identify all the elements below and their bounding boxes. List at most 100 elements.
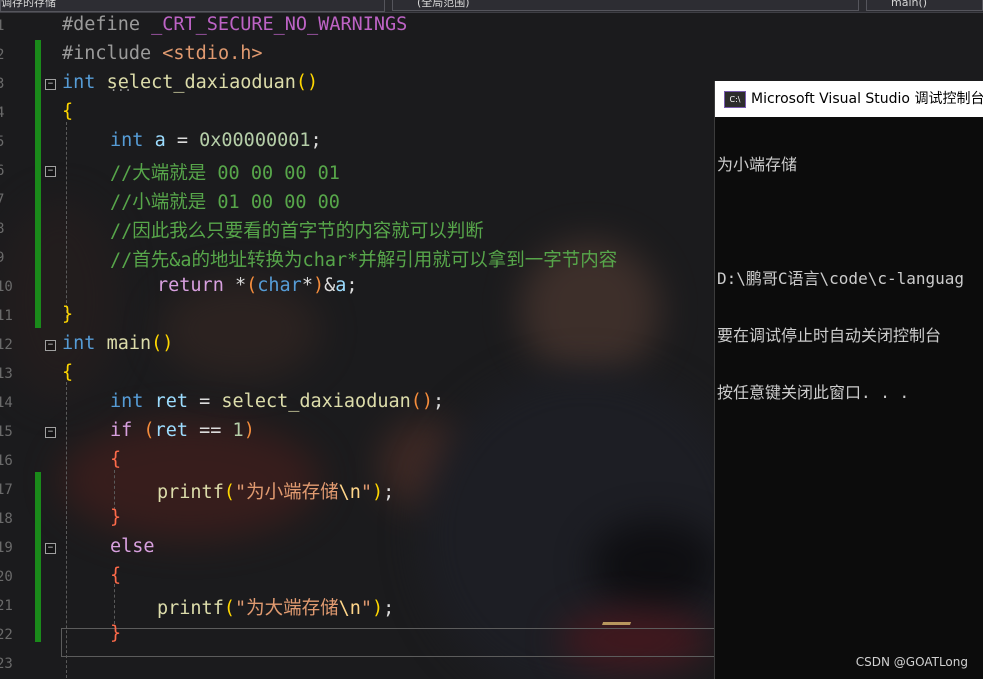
operator-token: = — [187, 391, 222, 412]
code-line-9[interactable]: 9 //首先&a的地址转换为char*并解引用就可以拿到一字节内容 — [0, 244, 715, 273]
keyword-token: int — [110, 130, 144, 151]
code-line-12[interactable]: 12 − int main() — [0, 331, 715, 360]
code-line-5[interactable]: 5 int a = 0x00000001; — [0, 128, 715, 157]
return-keyword-token: return — [157, 275, 224, 296]
fold-collapse-icon[interactable]: − — [45, 79, 56, 90]
brace-token: { — [110, 565, 122, 586]
code-line-21[interactable]: 21 printf("为大端存储\n"); — [0, 592, 715, 621]
comment-token: //小端就是 01 00 00 00 — [110, 192, 340, 213]
code-line-13[interactable]: 13 { — [0, 360, 715, 389]
paren-token: ( — [223, 598, 235, 619]
brace-token: { — [62, 362, 74, 383]
code-line-15[interactable]: 15 − if (ret == 1) — [0, 418, 715, 447]
code-line-22[interactable]: 22 } — [0, 621, 715, 650]
fold-collapse-icon[interactable]: − — [45, 166, 56, 177]
function-name-token: main — [106, 333, 152, 354]
console-title: Microsoft Visual Studio 调试控制台 — [751, 91, 983, 107]
line-number: 7 — [0, 192, 5, 208]
comment-token: //大端就是 00 00 00 01 — [110, 163, 340, 184]
code-line-18[interactable]: 18 } — [0, 505, 715, 534]
code-line-2[interactable]: 2 #include <stdio.h> — [0, 41, 715, 70]
code-line-23[interactable]: 23 — [0, 650, 715, 679]
line-number: 5 — [0, 134, 5, 150]
escape-token: \n — [338, 482, 361, 503]
member-dropdown[interactable]: main() — [866, 0, 983, 11]
operator-token: * — [223, 275, 247, 296]
code-line-1[interactable]: 1 #define _CRT_SECURE_NO_WARNINGS — [0, 12, 715, 41]
paren-token: ( — [143, 420, 155, 441]
paren-token: ( — [223, 482, 235, 503]
fold-collapse-icon[interactable]: − — [45, 543, 56, 554]
comment-token: //首先&a的地址转换为char*并解引用就可以拿到一字节内容 — [110, 250, 618, 271]
else-keyword-token: else — [110, 536, 155, 557]
code-line-7[interactable]: 7 //小端就是 01 00 00 00 — [0, 186, 715, 215]
line-number: 6 — [0, 163, 5, 179]
code-line-11[interactable]: 11 } — [0, 302, 715, 331]
code-line-14[interactable]: 14 int ret = select_daxiaoduan(); — [0, 389, 715, 418]
project-dropdown-label: 调存的存储 — [1, 0, 56, 9]
code-line-17[interactable]: 17 printf("为小端存储\n"); — [0, 476, 715, 505]
code-line-8[interactable]: 8 //因此我么只要看的首字节的内容就可以判断 — [0, 215, 715, 244]
line-number: 19 — [0, 540, 13, 556]
paren-token: ) — [372, 482, 384, 503]
console-line: D:\鹏哥C语言\code\c-languag — [717, 269, 965, 288]
code-line-6[interactable]: 6 − //大端就是 00 00 00 01 — [0, 157, 715, 186]
macro-token: _CRT_SECURE_NO_WARNINGS — [151, 14, 408, 35]
string-token: "为大端存储 — [234, 598, 339, 619]
function-call-token: printf — [157, 482, 224, 503]
console-title-bar[interactable]: C:\ Microsoft Visual Studio 调试控制台 — [715, 81, 983, 117]
function-name-token: select_daxiaoduan — [106, 72, 296, 93]
line-number: 20 — [0, 569, 13, 585]
line-number: 10 — [0, 279, 13, 295]
code-line-4[interactable]: 4 { — [0, 99, 715, 128]
line-number: 4 — [0, 105, 5, 121]
number-token: 1 — [232, 420, 244, 441]
fold-collapse-icon[interactable]: − — [45, 340, 56, 351]
semicolon-token: ; — [383, 598, 395, 619]
variable-token: ret — [154, 391, 188, 412]
debug-console-window[interactable]: C:\ Microsoft Visual Studio 调试控制台 为小端存储 … — [714, 81, 983, 679]
keyword-token: int — [62, 72, 96, 93]
variable-token: a — [335, 275, 347, 296]
line-number: 23 — [0, 656, 13, 672]
keyword-token: char — [257, 275, 302, 296]
project-dropdown[interactable]: 调存的存储 — [0, 0, 385, 12]
brace-token: { — [110, 449, 122, 470]
member-dropdown-label: main() — [891, 0, 928, 9]
line-number: 22 — [0, 627, 13, 643]
operator-token: = — [165, 130, 200, 151]
console-app-icon: C:\ — [724, 91, 746, 108]
variable-token: a — [154, 130, 166, 151]
code-editor[interactable]: 1 #define _CRT_SECURE_NO_WARNINGS 2 #inc… — [0, 12, 717, 679]
number-token: 0x00000001 — [199, 130, 311, 151]
semicolon-token: ; — [310, 130, 322, 151]
code-line-16[interactable]: 16 { — [0, 447, 715, 476]
paren-token: ) — [312, 275, 325, 296]
line-number: 14 — [0, 395, 13, 411]
code-line-10[interactable]: 10 return *(char*)&a; — [0, 273, 715, 302]
scope-dropdown[interactable]: (全局范围) — [392, 0, 859, 11]
paren-token: () — [410, 391, 434, 412]
paren-token: ) — [243, 420, 255, 441]
paren-token: () — [151, 333, 174, 354]
preprocessor-token: #include — [62, 43, 163, 64]
variable-token: ret — [154, 420, 188, 441]
code-line-20[interactable]: 20 { — [0, 563, 715, 592]
paren-token: ( — [246, 275, 258, 296]
semicolon-token: ; — [346, 275, 358, 296]
preprocessor-token: #define — [62, 14, 152, 35]
comment-token: //因此我么只要看的首字节的内容就可以判断 — [110, 221, 484, 242]
keyword-token: int — [110, 391, 144, 412]
console-line: 要在调试停止时自动关闭控制台 — [717, 326, 942, 345]
semicolon-token: ; — [383, 482, 395, 503]
code-line-19[interactable]: 19 − else — [0, 534, 715, 563]
function-call-token: printf — [157, 598, 224, 619]
function-call-token: select_daxiaoduan — [221, 391, 411, 412]
line-number: 9 — [0, 250, 5, 266]
paren-token: () — [295, 72, 319, 93]
fold-collapse-icon[interactable]: − — [45, 427, 56, 438]
brace-token: } — [62, 304, 74, 325]
code-line-3[interactable]: 3 − int select_daxiaoduan() ... — [0, 70, 715, 99]
line-number: 8 — [0, 221, 5, 237]
